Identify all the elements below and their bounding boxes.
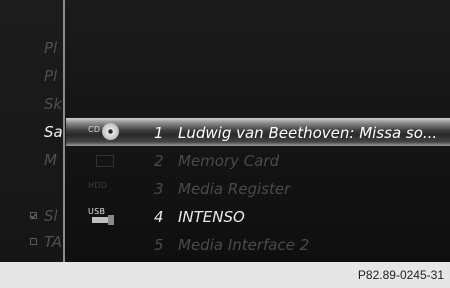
cd-label: CD — [88, 125, 101, 134]
left-menu-item-label: Pl — [44, 39, 58, 57]
media-item-label: Media Interface 2 — [178, 236, 310, 254]
left-menu-item-label: Sa — [44, 123, 63, 141]
media-item-number: 3 — [154, 180, 164, 198]
media-screen: Pl Pl Sk Sa M Sl TA CD 1 Ludwig van Beet… — [0, 0, 450, 262]
memory-card-icon — [96, 155, 114, 167]
media-list-item-1[interactable]: CD 1 Ludwig van Beethoven: Missa so... — [66, 118, 450, 146]
left-menu-item-3[interactable]: Sk — [0, 92, 63, 116]
media-item-number: 4 — [154, 208, 164, 226]
column-divider — [63, 0, 65, 262]
checkbox-checked-icon[interactable] — [30, 212, 37, 219]
usb-stick-icon — [92, 215, 114, 225]
usb-label: USB — [88, 207, 106, 216]
left-menu-item-label: Pl — [44, 67, 58, 85]
left-menu-item-label: TA — [44, 233, 63, 251]
media-item-label: Ludwig van Beethoven: Missa so... — [178, 124, 438, 142]
left-menu-item-2[interactable]: Pl — [0, 64, 63, 88]
media-item-label: Media Register — [178, 180, 291, 198]
left-menu-item-6[interactable] — [0, 176, 63, 200]
hdd-icon: HDD — [88, 181, 108, 190]
media-item-number: 2 — [154, 152, 164, 170]
left-menu-item-5[interactable]: M — [0, 148, 63, 172]
media-item-number: 5 — [154, 236, 164, 254]
left-menu-item-label: Sl — [44, 207, 58, 225]
left-menu-item-active[interactable]: Sa — [0, 120, 63, 144]
left-menu-item-7[interactable]: Sl — [0, 204, 63, 228]
media-list-item-4[interactable]: USB 4 INTENSO — [66, 202, 450, 230]
media-item-label: Memory Card — [178, 152, 280, 170]
cd-disc-icon — [102, 123, 119, 140]
media-list-item-5[interactable]: 5 Media Interface 2 — [66, 230, 450, 258]
figure-reference: P82.89-0245-31 — [357, 268, 444, 282]
left-menu: Pl Pl Sk Sa M Sl TA — [0, 0, 65, 262]
left-menu-item-1[interactable]: Pl — [0, 36, 63, 60]
media-list-item-2[interactable]: 2 Memory Card — [66, 146, 450, 174]
left-menu-item-8[interactable]: TA — [0, 230, 63, 254]
media-item-label: INTENSO — [178, 208, 245, 226]
media-item-number: 1 — [154, 124, 164, 142]
left-menu-item-label: Sk — [44, 95, 63, 113]
media-list-item-3[interactable]: HDD 3 Media Register — [66, 174, 450, 202]
left-menu-item-label: M — [44, 151, 57, 169]
checkbox-unchecked-icon[interactable] — [30, 238, 37, 245]
